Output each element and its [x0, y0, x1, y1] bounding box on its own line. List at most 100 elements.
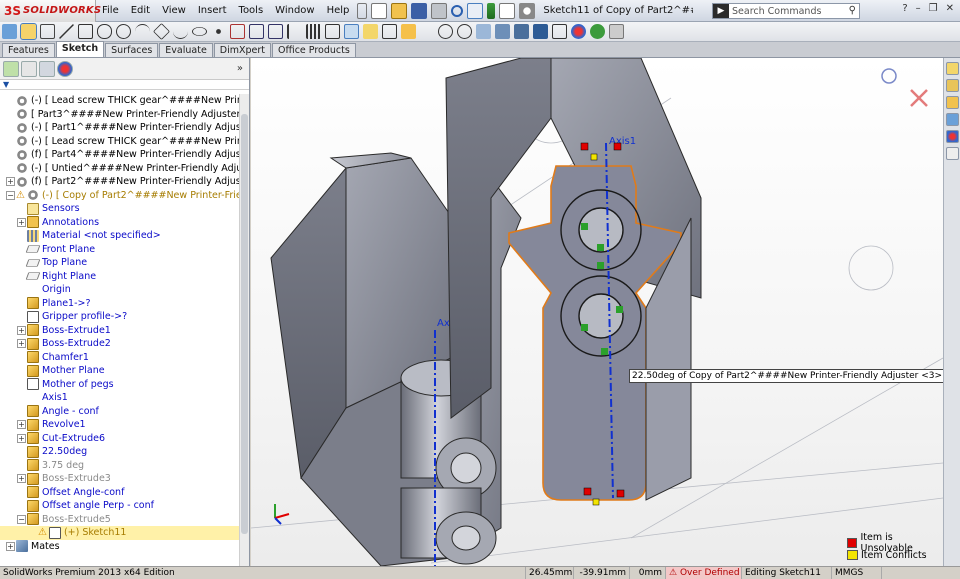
slot-icon[interactable]: [97, 24, 112, 39]
tab-office-products[interactable]: Office Products: [272, 43, 356, 57]
tree-item[interactable]: − ⚠ (-) [ Copy of Part2^####New Printer-Fr…: [0, 189, 240, 203]
property-manager-icon[interactable]: [21, 60, 37, 77]
hide-show-items-icon[interactable]: [552, 24, 567, 39]
tab-sketch[interactable]: Sketch: [55, 41, 105, 57]
tree-filter[interactable]: ▼: [0, 80, 249, 90]
scenes-icon[interactable]: [590, 24, 605, 39]
new-document-icon[interactable]: [371, 2, 388, 19]
tree-item[interactable]: Top Plane: [0, 256, 240, 270]
open-folder-icon[interactable]: [391, 2, 408, 19]
linear-pattern-icon[interactable]: [306, 24, 321, 39]
polygon-icon[interactable]: [153, 23, 170, 40]
expand-icon[interactable]: +: [17, 325, 26, 335]
tree-item[interactable]: [ Part3^####New Printer-Friendly Adjuste…: [0, 108, 240, 122]
quick-snaps-icon[interactable]: [382, 24, 397, 39]
command-prompt-icon[interactable]: ▶: [713, 4, 729, 18]
tree-item[interactable]: Sensors: [0, 202, 240, 216]
collapse-icon[interactable]: −: [17, 514, 26, 524]
restore-icon[interactable]: ❐: [929, 3, 938, 14]
tree-item[interactable]: (-) [ Untied^####New Printer-Friendly Ad…: [0, 162, 240, 176]
spline-icon[interactable]: [173, 24, 188, 39]
expand-panel-icon[interactable]: »: [237, 63, 243, 74]
menu-file[interactable]: File: [96, 5, 125, 16]
previous-view-icon[interactable]: [476, 24, 491, 39]
move-entities-icon[interactable]: [325, 24, 340, 39]
pin-icon[interactable]: [357, 2, 368, 19]
line-icon[interactable]: [59, 24, 74, 39]
tree-item[interactable]: Chamfer1: [0, 351, 240, 365]
menu-insert[interactable]: Insert: [192, 5, 233, 16]
tree-item[interactable]: Offset Angle-conf: [0, 486, 240, 500]
graphics-area[interactable]: Axis1 Axis1: [251, 58, 943, 566]
tree-item[interactable]: + (f) [ Part2^####New Printer-Friendly Ad…: [0, 175, 240, 189]
expand-icon[interactable]: +: [17, 433, 26, 443]
configuration-manager-icon[interactable]: [39, 60, 55, 77]
zoom-area-icon[interactable]: [457, 24, 472, 39]
help-icon-status[interactable]: [882, 567, 934, 579]
mirror-icon[interactable]: [287, 24, 302, 39]
tree-item[interactable]: 3.75 deg: [0, 459, 240, 473]
expand-icon[interactable]: +: [17, 474, 26, 484]
tree-item[interactable]: (-) [ Lead screw THICK gear^####New Prin…: [0, 135, 240, 149]
close-icon[interactable]: ✕: [946, 3, 954, 14]
expand-icon[interactable]: +: [6, 177, 15, 187]
tree-item[interactable]: + Boss-Extrude1: [0, 324, 240, 338]
tree-item[interactable]: + Annotations: [0, 216, 240, 230]
convert-entities-icon[interactable]: [249, 24, 264, 39]
ellipse-icon[interactable]: [192, 27, 207, 36]
tab-dimxpert[interactable]: DimXpert: [213, 43, 272, 57]
model-view[interactable]: Axis1 Axis1: [251, 58, 943, 566]
tree-item[interactable]: Plane1->?: [0, 297, 240, 311]
display-relations-icon[interactable]: [344, 24, 359, 39]
tree-item[interactable]: + Boss-Extrude2: [0, 337, 240, 351]
menu-view[interactable]: View: [156, 5, 192, 16]
filter-icon[interactable]: ▼: [3, 80, 9, 89]
options-gear-icon[interactable]: [519, 2, 536, 19]
tab-features[interactable]: Features: [2, 43, 55, 57]
offset-entities-icon[interactable]: [268, 24, 283, 39]
view-settings-icon[interactable]: [609, 24, 624, 39]
custom-properties-icon[interactable]: [946, 147, 959, 160]
rectangle-icon[interactable]: [78, 24, 93, 39]
edit-appearance-icon[interactable]: [571, 24, 586, 39]
smart-dimension-icon[interactable]: [40, 24, 55, 39]
tree-item[interactable]: + Boss-Extrude3: [0, 472, 240, 486]
design-library-icon[interactable]: [946, 79, 959, 92]
status-sketch-state[interactable]: ⚠ Over Defined: [666, 566, 742, 579]
file-explorer-icon[interactable]: [946, 96, 959, 109]
section-view-icon[interactable]: [495, 24, 510, 39]
tab-surfaces[interactable]: Surfaces: [105, 43, 159, 57]
display-manager-icon[interactable]: [57, 60, 73, 77]
menu-window[interactable]: Window: [269, 5, 320, 16]
print-icon[interactable]: [431, 2, 448, 19]
save-icon[interactable]: [411, 2, 428, 19]
tree-item[interactable]: + Mates: [0, 540, 240, 554]
view-palette-icon[interactable]: [946, 113, 959, 126]
tree-item[interactable]: Axis1: [0, 391, 240, 405]
tree-item[interactable]: Angle - conf: [0, 405, 240, 419]
undo-icon[interactable]: [451, 4, 464, 17]
menu-help[interactable]: Help: [321, 5, 356, 16]
tree-item[interactable]: (f) [ Part4^####New Printer-Friendly Adj…: [0, 148, 240, 162]
tree-item[interactable]: Mother Plane: [0, 364, 240, 378]
app-logo[interactable]: 3S SOLIDWORKS: [0, 0, 101, 22]
file-properties-icon[interactable]: [499, 2, 516, 19]
tree-item[interactable]: Right Plane: [0, 270, 240, 284]
tree-item[interactable]: Front Plane: [0, 243, 240, 257]
rebuild-icon[interactable]: [487, 2, 496, 19]
select-arrow-icon[interactable]: [467, 2, 484, 19]
expand-icon[interactable]: +: [17, 339, 26, 349]
expand-icon[interactable]: +: [6, 541, 15, 551]
collapse-icon[interactable]: −: [6, 190, 15, 200]
expand-icon[interactable]: +: [17, 420, 26, 430]
appearances-icon[interactable]: [946, 130, 959, 143]
help-icon[interactable]: ?: [902, 3, 907, 14]
menu-edit[interactable]: Edit: [125, 5, 156, 16]
repair-sketch-icon[interactable]: [363, 24, 378, 39]
tree-item[interactable]: 22.50deg: [0, 445, 240, 459]
tab-evaluate[interactable]: Evaluate: [159, 43, 213, 57]
menu-tools[interactable]: Tools: [233, 5, 270, 16]
feature-manager-tree-icon[interactable]: [3, 60, 19, 77]
minimize-icon[interactable]: –: [916, 3, 921, 14]
sketch-icon[interactable]: [20, 23, 37, 40]
